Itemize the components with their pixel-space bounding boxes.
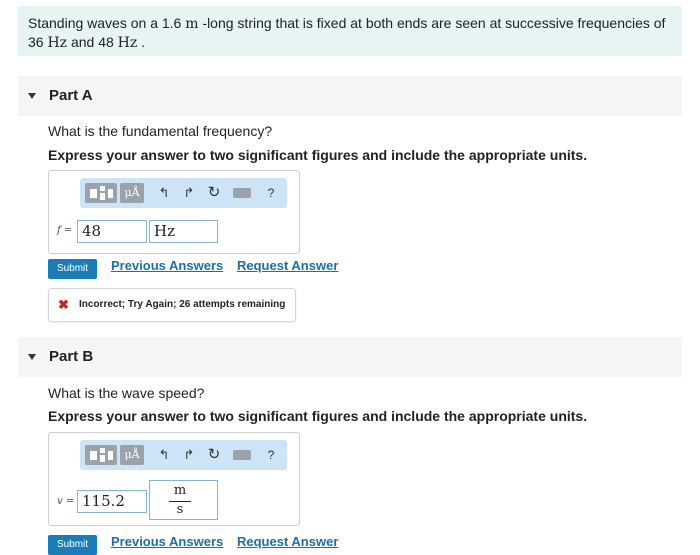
part-a-question: What is the fundamental frequency? bbox=[48, 123, 273, 139]
part-a-answer-box: μÅ ↰ ↱ ↻ ? f = 48 Hz bbox=[48, 170, 300, 254]
undo-icon[interactable]: ↰ bbox=[155, 184, 173, 202]
template-cell-icon bbox=[100, 455, 105, 462]
answer-unit-input[interactable]: m s bbox=[149, 480, 218, 520]
unit-m: m bbox=[185, 16, 199, 32]
reset-icon[interactable]: ↻ bbox=[205, 446, 223, 464]
template-cell-icon bbox=[100, 448, 105, 453]
unit-hz-2: Hz bbox=[117, 35, 138, 51]
problem-statement: Standing waves on a 1.6 m -long string t… bbox=[18, 6, 682, 56]
part-b-question: What is the wave speed? bbox=[48, 385, 205, 401]
answer-value-input[interactable]: 48 bbox=[77, 220, 147, 243]
part-b-previous-answers-link[interactable]: Previous Answers bbox=[111, 534, 223, 549]
units-button[interactable]: μÅ bbox=[120, 183, 144, 203]
collapse-caret-icon[interactable] bbox=[28, 93, 36, 99]
collapse-caret-icon[interactable] bbox=[28, 354, 36, 360]
part-b-header[interactable]: Part B bbox=[18, 337, 682, 377]
template-cell-icon bbox=[100, 193, 105, 200]
variable-label-v: v = bbox=[57, 496, 75, 507]
variable-label-f: f = bbox=[57, 225, 73, 236]
problem-text-1: Standing waves on a 1.6 bbox=[28, 15, 186, 31]
help-button[interactable]: ? bbox=[262, 184, 280, 202]
answer-unit-input[interactable]: Hz bbox=[149, 220, 218, 243]
part-b-instruction: Express your answer to two significant f… bbox=[48, 408, 588, 424]
feedback-message: ✖ Incorrect; Try Again; 26 attempts rema… bbox=[48, 288, 296, 322]
part-a-instruction: Express your answer to two significant f… bbox=[48, 147, 588, 163]
template-cell-icon bbox=[100, 186, 105, 191]
help-button[interactable]: ? bbox=[262, 446, 280, 464]
redo-icon[interactable]: ↱ bbox=[180, 184, 198, 202]
unit-denominator: s bbox=[176, 502, 184, 517]
part-a-request-answer-link[interactable]: Request Answer bbox=[237, 258, 338, 273]
problem-text-4: . bbox=[137, 34, 146, 50]
feedback-text: Incorrect; Try Again; 26 attempts remain… bbox=[79, 299, 286, 310]
keyboard-icon[interactable] bbox=[233, 188, 251, 198]
templates-button[interactable] bbox=[85, 183, 117, 203]
reset-icon[interactable]: ↻ bbox=[205, 184, 223, 202]
template-cell-icon bbox=[108, 451, 113, 460]
template-cell-icon bbox=[90, 451, 97, 460]
templates-button[interactable] bbox=[85, 445, 117, 465]
unit-hz-1: Hz bbox=[47, 35, 68, 51]
part-a-title: Part A bbox=[49, 87, 93, 104]
units-button[interactable]: μÅ bbox=[120, 445, 144, 465]
answer-value-input[interactable]: 115.2 bbox=[77, 490, 147, 513]
math-toolbar: μÅ ↰ ↱ ↻ ? bbox=[80, 440, 287, 470]
template-cell-icon bbox=[90, 189, 97, 198]
incorrect-icon: ✖ bbox=[58, 297, 69, 312]
undo-icon[interactable]: ↰ bbox=[155, 446, 173, 464]
part-b-answer-box: μÅ ↰ ↱ ↻ ? v = 115.2 m s bbox=[48, 432, 300, 526]
part-a-submit-button[interactable]: Submit bbox=[48, 259, 97, 279]
part-b-title: Part B bbox=[49, 348, 94, 365]
part-b-request-answer-link[interactable]: Request Answer bbox=[237, 534, 338, 549]
part-a-previous-answers-link[interactable]: Previous Answers bbox=[111, 258, 223, 273]
redo-icon[interactable]: ↱ bbox=[180, 446, 198, 464]
template-cell-icon bbox=[108, 189, 113, 198]
keyboard-icon[interactable] bbox=[233, 450, 251, 460]
part-a-header[interactable]: Part A bbox=[18, 76, 682, 116]
unit-numerator: m bbox=[173, 483, 187, 498]
part-b-submit-button[interactable]: Submit bbox=[48, 535, 97, 555]
math-toolbar: μÅ ↰ ↱ ↻ ? bbox=[80, 178, 287, 208]
problem-text-3: and 48 bbox=[67, 34, 118, 50]
